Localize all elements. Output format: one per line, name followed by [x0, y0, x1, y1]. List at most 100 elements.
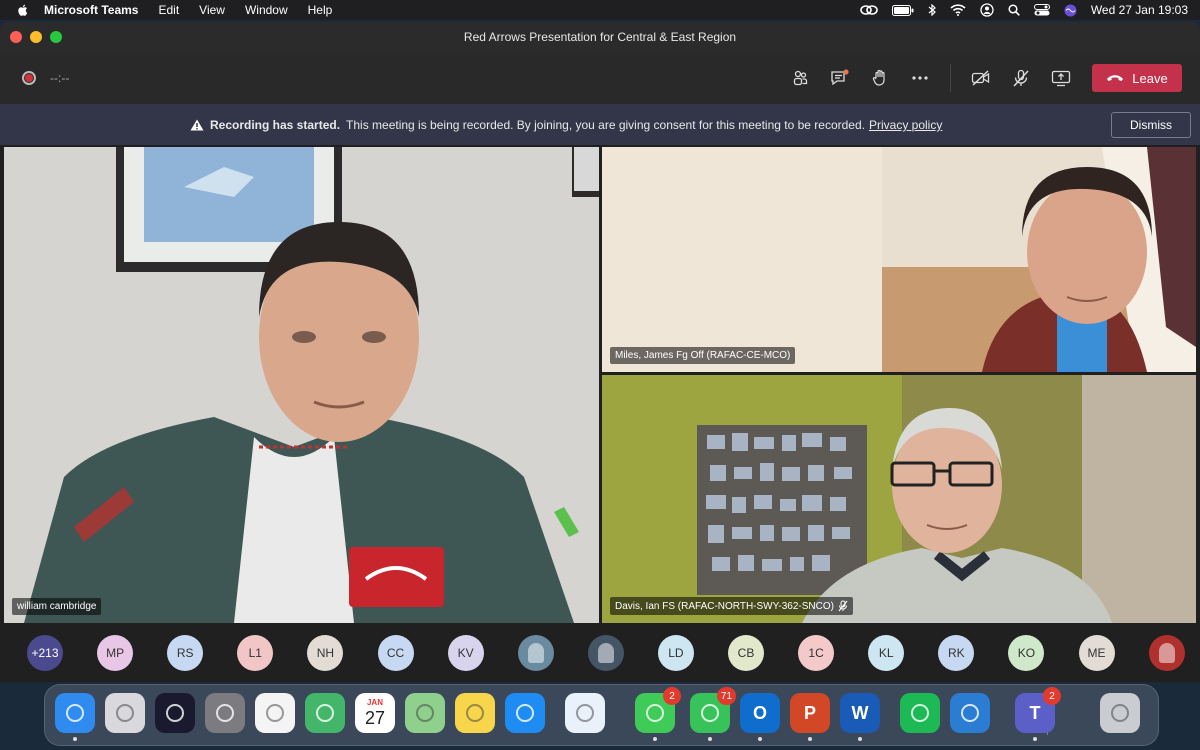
- participant-avatar[interactable]: KV: [447, 635, 484, 671]
- app-store-icon[interactable]: [505, 693, 545, 733]
- participant-name: william cambridge: [17, 601, 97, 612]
- notification-badge: 2: [1043, 687, 1061, 705]
- participant-avatar[interactable]: NH: [307, 635, 344, 671]
- video-tile-davis[interactable]: Davis, Ian FS (RAFAC-NORTH-SWY-362-SNCO): [602, 375, 1196, 623]
- app-glyph: [416, 704, 434, 722]
- app-glyph: [646, 704, 664, 722]
- running-indicator: [653, 737, 657, 741]
- participant-avatar[interactable]: MP: [97, 635, 134, 671]
- app-glyph: [701, 704, 719, 722]
- dismiss-button[interactable]: Dismiss: [1111, 112, 1191, 138]
- participant-avatar[interactable]: KL: [868, 635, 905, 671]
- calendar-day: 27: [364, 708, 386, 728]
- participant-avatar[interactable]: CC: [377, 635, 414, 671]
- app-glyph: [961, 704, 979, 722]
- menu-view[interactable]: View: [199, 3, 225, 17]
- video-tile-main[interactable]: william cambridge: [4, 147, 599, 623]
- calendar-icon[interactable]: JAN 27: [355, 693, 395, 733]
- participant-avatar[interactable]: LD: [657, 635, 694, 671]
- more-icon[interactable]: [906, 64, 934, 92]
- participant-avatar[interactable]: L1: [237, 635, 274, 671]
- hang-up-icon: [1107, 75, 1124, 81]
- call-timer: --:--: [50, 71, 70, 85]
- app-glyph: [316, 704, 334, 722]
- warning-icon: [190, 119, 204, 131]
- calendar-month: JAN: [366, 698, 383, 707]
- camera-off-icon[interactable]: [967, 64, 995, 92]
- facetime-icon[interactable]: 71: [690, 687, 736, 733]
- trash-icon[interactable]: [1100, 693, 1140, 733]
- onedrive-icon[interactable]: [950, 693, 990, 733]
- minimize-window-button[interactable]: [30, 31, 42, 43]
- mic-muted-icon: [838, 600, 848, 612]
- participant-photo-avatar[interactable]: [1148, 635, 1185, 671]
- creative-cloud-icon[interactable]: [860, 4, 878, 16]
- participant-avatar[interactable]: 1C: [798, 635, 835, 671]
- app-glyph: [1111, 704, 1129, 722]
- notes-icon[interactable]: [455, 693, 495, 733]
- participant-name-chip: Davis, Ian FS (RAFAC-NORTH-SWY-362-SNCO): [610, 597, 853, 615]
- siri-menu-icon[interactable]: [1064, 4, 1077, 17]
- participant-name-chip: Miles, James Fg Off (RAFAC-CE-MCO): [610, 347, 796, 364]
- participant-photo-avatar[interactable]: [517, 635, 554, 671]
- photos-icon[interactable]: [255, 693, 295, 733]
- siri-icon[interactable]: [155, 693, 195, 733]
- leave-button[interactable]: Leave: [1092, 64, 1182, 92]
- app-glyph: [516, 704, 534, 722]
- profile-photo: [597, 643, 614, 663]
- outlook-icon[interactable]: O: [740, 693, 780, 733]
- bluetooth-icon[interactable]: [928, 4, 936, 16]
- clock[interactable]: Wed 27 Jan 19:03: [1091, 3, 1188, 17]
- participant-avatar[interactable]: ME: [1078, 635, 1115, 671]
- divider: [950, 64, 951, 92]
- participant-initials: KO: [1017, 646, 1036, 660]
- raise-hand-icon[interactable]: [866, 64, 894, 92]
- spotlight-icon[interactable]: [1008, 4, 1020, 16]
- participant-initials: LD: [668, 646, 684, 660]
- app-glyph: O: [752, 702, 767, 723]
- close-window-button[interactable]: [10, 31, 22, 43]
- participant-photo-avatar[interactable]: [587, 635, 624, 671]
- participant-avatar[interactable]: +213: [27, 635, 63, 671]
- teams-window: Red Arrows Presentation for Central & Ea…: [0, 22, 1200, 682]
- app-menu[interactable]: Microsoft Teams: [44, 3, 138, 17]
- menu-window[interactable]: Window: [245, 3, 288, 17]
- system-preferences-icon[interactable]: [205, 693, 245, 733]
- privacy-policy-link[interactable]: Privacy policy: [869, 118, 942, 132]
- participant-avatar[interactable]: RS: [167, 635, 204, 671]
- participant-avatar[interactable]: CB: [728, 635, 764, 671]
- powerpoint-icon[interactable]: P: [790, 693, 830, 733]
- people-icon[interactable]: [786, 64, 814, 92]
- participant-avatar[interactable]: KO: [1008, 635, 1045, 671]
- menu-help[interactable]: Help: [308, 3, 333, 17]
- launchpad-icon[interactable]: [105, 693, 145, 733]
- messages-icon[interactable]: 2: [635, 687, 681, 733]
- participant-avatar[interactable]: RK: [938, 635, 975, 671]
- dock: JAN 27 2 71 O P W T 2: [44, 684, 1159, 746]
- zoom-window-button[interactable]: [50, 31, 62, 43]
- word-icon[interactable]: W: [840, 693, 880, 733]
- finder-icon[interactable]: [55, 693, 95, 733]
- video-feed: [602, 147, 1196, 372]
- wifi-icon[interactable]: [950, 4, 966, 16]
- app-glyph: [466, 704, 484, 722]
- apple-icon[interactable]: [16, 3, 30, 17]
- chat-icon[interactable]: [826, 64, 854, 92]
- maps-icon[interactable]: [405, 693, 445, 733]
- control-center-icon[interactable]: [1033, 4, 1050, 16]
- spotify-icon[interactable]: [900, 693, 940, 733]
- participant-initials: MP: [106, 646, 125, 660]
- share-screen-icon[interactable]: [1047, 64, 1075, 92]
- safari-icon[interactable]: [565, 693, 605, 733]
- video-tile-miles[interactable]: Miles, James Fg Off (RAFAC-CE-MCO): [602, 147, 1196, 372]
- running-indicator: [808, 737, 812, 741]
- menu-edit[interactable]: Edit: [158, 3, 179, 17]
- app-glyph: [576, 704, 594, 722]
- user-icon[interactable]: [980, 3, 994, 17]
- recording-indicator-icon: [22, 71, 36, 85]
- participant-name-chip: william cambridge: [12, 598, 102, 615]
- find-my-icon[interactable]: [305, 693, 345, 733]
- mic-off-icon[interactable]: [1007, 64, 1035, 92]
- battery-icon[interactable]: [891, 4, 914, 16]
- teams-icon[interactable]: T2: [1015, 687, 1061, 733]
